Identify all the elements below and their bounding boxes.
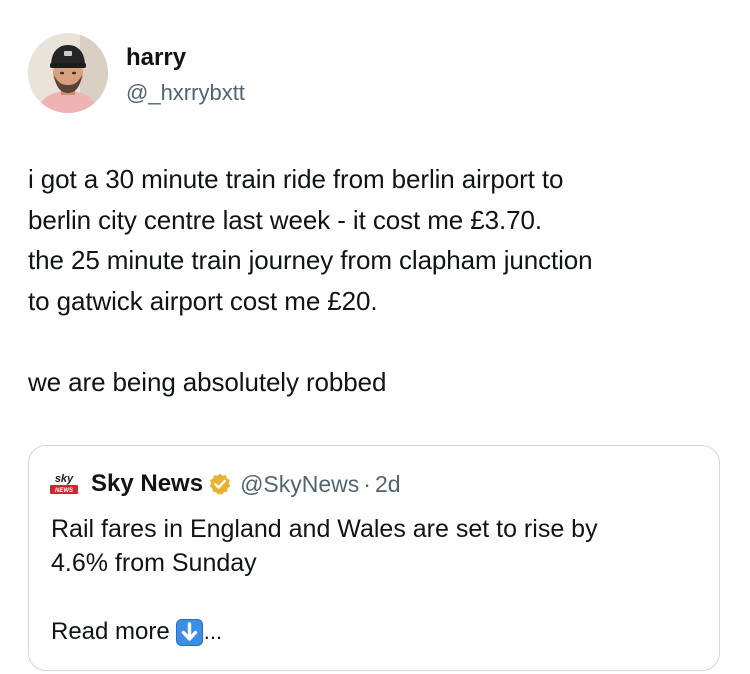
- tweet-closing-line: we are being absolutely robbed: [28, 366, 387, 397]
- tweet-text: i got a 30 minute train ride from berlin…: [28, 159, 728, 402]
- quoted-tweet-timestamp[interactable]: 2d: [375, 470, 401, 498]
- ellipsis: ...: [203, 619, 223, 644]
- down-arrow-icon: [175, 618, 203, 646]
- sky-logo-subtext: NEWS: [55, 488, 73, 494]
- quoted-author-name[interactable]: Sky News: [91, 470, 203, 498]
- quoted-tweet-header: sky NEWS Sky News @SkyNews · 2d: [49, 468, 401, 500]
- avatar[interactable]: [28, 33, 108, 113]
- quoted-author-handle[interactable]: @SkyNews: [240, 470, 359, 498]
- author-display-name[interactable]: harry: [126, 44, 186, 72]
- quoted-tweet-line: Rail fares in England and Wales are set …: [51, 515, 598, 543]
- quoted-tweet-card[interactable]: sky NEWS Sky News @SkyNews · 2d Rail far…: [28, 445, 720, 671]
- profile-photo-icon: [28, 33, 108, 113]
- read-more-label: Read more: [51, 618, 170, 645]
- sky-news-logo-icon[interactable]: sky NEWS: [49, 470, 79, 498]
- separator-dot: ·: [363, 471, 371, 497]
- sky-logo-text: sky: [55, 473, 74, 485]
- read-more-line: Read more ...: [51, 616, 222, 648]
- quoted-tweet-line: 4.6% from Sunday: [51, 549, 257, 577]
- tweet-line: berlin city centre last week - it cost m…: [28, 204, 542, 235]
- tweet-line: the 25 minute train journey from clapham…: [28, 245, 593, 275]
- author-handle[interactable]: @_hxrrybxtt: [126, 80, 245, 106]
- verified-badge-icon: [209, 473, 231, 495]
- tweet-line: i got a 30 minute train ride from berlin…: [28, 164, 564, 194]
- quoted-tweet-text: Rail fares in England and Wales are set …: [51, 512, 711, 580]
- tweet-line: to gatwick airport cost me £20.: [28, 285, 378, 316]
